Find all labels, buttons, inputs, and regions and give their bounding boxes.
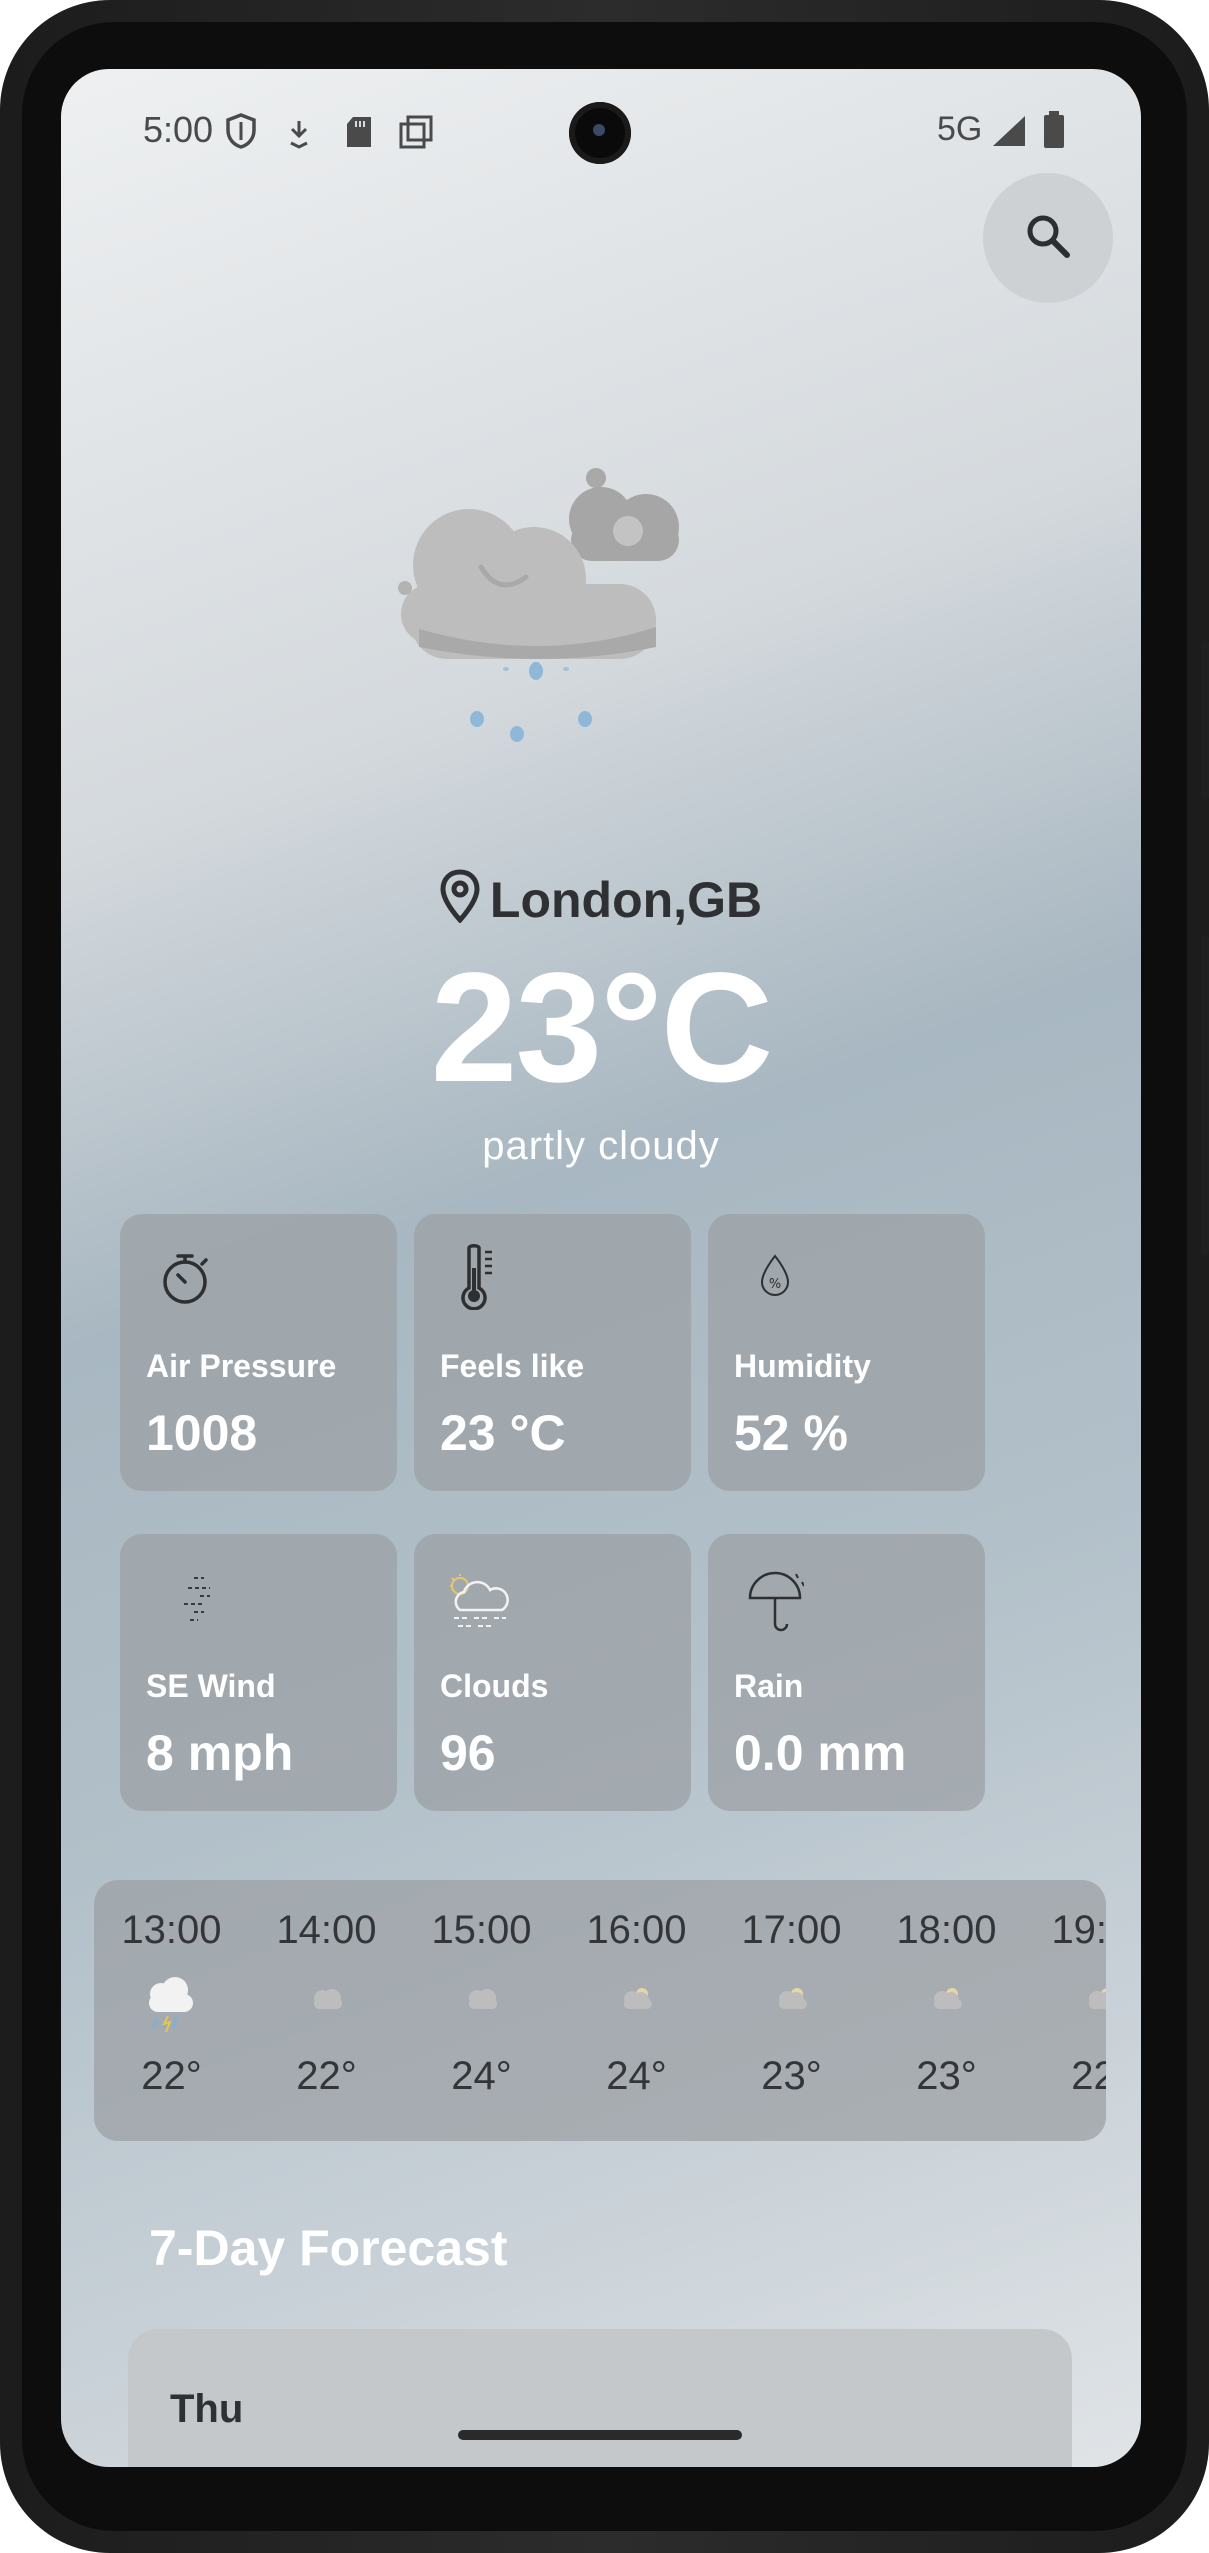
thermometer-icon (460, 1244, 500, 1314)
metric-label: Clouds (440, 1668, 549, 1704)
network-label: 5G (937, 110, 983, 148)
hour-time: 18:00 (896, 1908, 997, 1952)
cloud-icon (449, 1972, 513, 2036)
cloud-sun-icon (759, 1972, 823, 2036)
stopwatch-icon (158, 1248, 218, 1308)
metric-card-clouds: Clouds 96 (414, 1534, 691, 1811)
humidity-drop-icon: % (758, 1254, 818, 1314)
wind-icon (180, 1572, 240, 1632)
signal-icon (992, 115, 1026, 152)
forecast-day-card[interactable]: Thu (128, 2329, 1072, 2467)
umbrella-icon (746, 1568, 806, 1632)
metric-label: SE Wind (146, 1668, 276, 1704)
battery-icon (1043, 111, 1065, 154)
cloud-rain-icon (391, 449, 721, 779)
hour-time: 15:00 (431, 1908, 532, 1952)
metric-value: 8 mph (146, 1725, 294, 1781)
hour-time: 14:00 (276, 1908, 377, 1952)
search-icon (1023, 211, 1073, 266)
front-camera (569, 102, 631, 164)
hour-temp: 22° (296, 2054, 357, 2098)
metric-value: 0.0 mm (734, 1725, 907, 1781)
metric-value: 23 °C (440, 1405, 566, 1461)
shield-icon (225, 113, 257, 154)
metric-card-rain: Rain 0.0 mm (708, 1534, 985, 1811)
cloud-sun-icon (914, 1972, 978, 2036)
metric-label: Feels like (440, 1348, 585, 1384)
metric-card-feels-like: Feels like 23 °C (414, 1214, 691, 1491)
device-frame: 5:00 5G London,GB 23°C partly cloudy Air… (0, 0, 1209, 2553)
hour-time: 13:00 (121, 1908, 222, 1952)
screenshot-icon (399, 115, 433, 154)
forecast-title: 7-Day Forecast (149, 2220, 508, 2276)
cloud-sun-icon (1069, 1972, 1106, 2036)
volume-button (1201, 640, 1209, 800)
hour-temp: 23° (916, 2054, 977, 2098)
metric-card-air-pressure: Air Pressure 1008 (120, 1214, 397, 1491)
hour-temp: 24° (451, 2054, 512, 2098)
metric-card-wind: SE Wind 8 mph (120, 1534, 397, 1811)
hour-time: 19:00 (1051, 1908, 1106, 1952)
forecast-day-name: Thu (170, 2387, 244, 2431)
download-icon (287, 119, 311, 154)
hour-temp: 23° (761, 2054, 822, 2098)
hour-time: 17:00 (741, 1908, 842, 1952)
metric-label: Rain (734, 1668, 804, 1704)
location-pin-icon (440, 869, 480, 935)
current-temperature: 23°C (430, 941, 774, 1115)
metric-value: 1008 (146, 1405, 258, 1461)
metric-value: 96 (440, 1725, 496, 1781)
cloud-icon (294, 1972, 358, 2036)
rain-cloud-icon (139, 1972, 203, 2036)
metric-label: Air Pressure (146, 1348, 337, 1384)
hour-time: 16:00 (586, 1908, 687, 1952)
status-time: 5:00 (143, 109, 214, 150)
metric-label: Humidity (734, 1348, 871, 1384)
hour-temp: 24° (606, 2054, 667, 2098)
hourly-forecast[interactable]: 13:00 22° 14:00 22° 15:00 24° 16:00 24° … (94, 1880, 1106, 2141)
hour-temp: 22° (1071, 2054, 1106, 2098)
location-name: London,GB (489, 872, 763, 928)
search-button[interactable] (983, 173, 1113, 303)
weather-condition: partly cloudy (482, 1124, 720, 1168)
location-label: London,GB (61, 869, 1141, 935)
svg-text:%: % (769, 1277, 781, 1292)
cloud-sun-icon (604, 1972, 668, 2036)
gesture-nav-handle[interactable] (458, 2430, 742, 2440)
metric-value: 52 % (734, 1405, 848, 1461)
clouds-icon (448, 1572, 509, 1632)
sd-card-icon (345, 116, 373, 153)
status-bar: 5:00 5G (61, 69, 1141, 164)
metric-card-humidity: % Humidity 52 % (708, 1214, 985, 1491)
screen: 5:00 5G London,GB 23°C partly cloudy Air… (61, 69, 1141, 2467)
hour-temp: 22° (141, 2054, 202, 2098)
power-button (1201, 935, 1209, 1255)
